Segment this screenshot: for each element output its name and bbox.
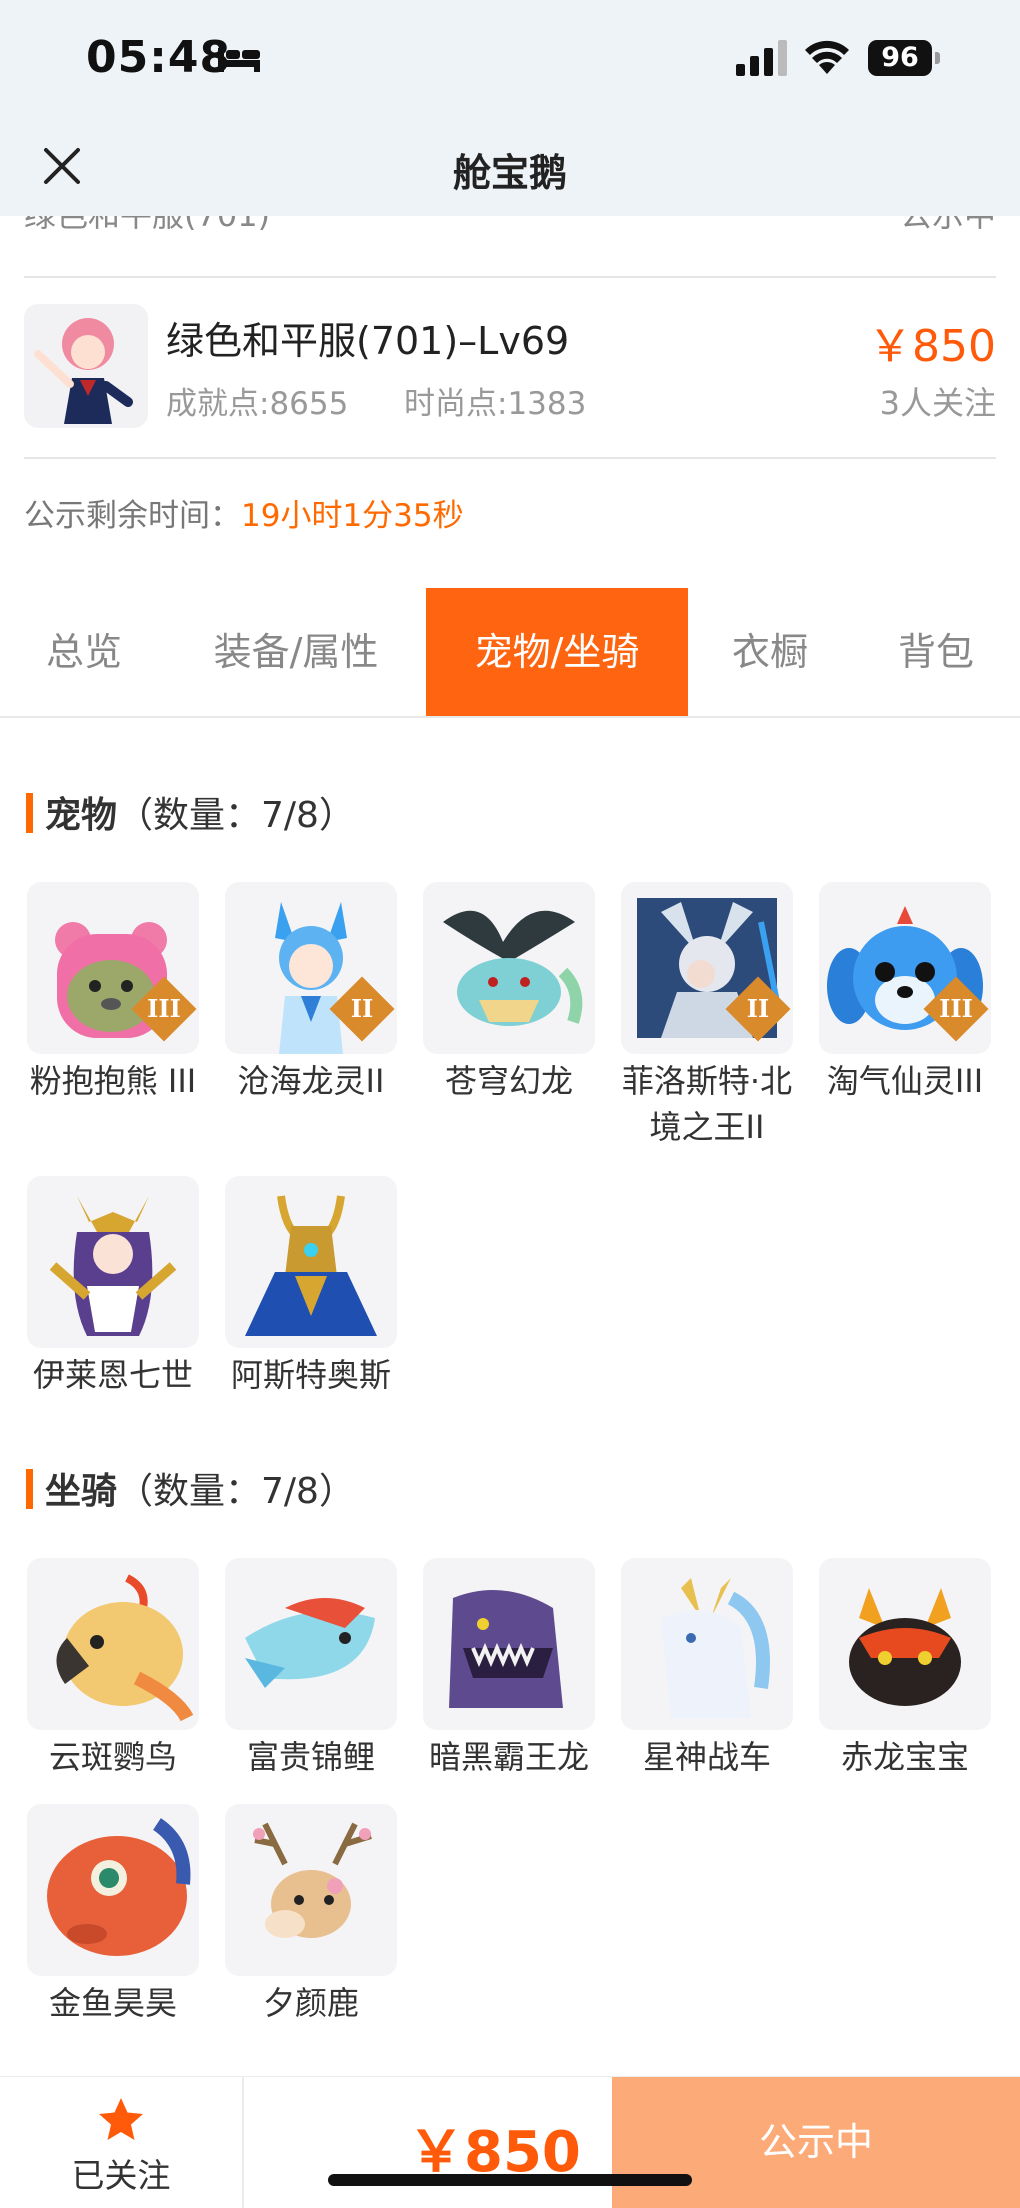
mount-name: 暗黑霸王龙 [428,1738,589,1776]
pet-name: 苍穹幻龙 [444,1062,573,1100]
pet-item[interactable]: III 粉抱抱熊 III [18,882,208,1104]
previous-row-name: 绿色和平服(701) [24,216,270,236]
mount-name: 星神战车 [642,1738,771,1776]
pet-name: 菲洛斯特·北境之王II [621,1062,793,1146]
blue-dragon-spirit-icon: II [225,882,397,1054]
status-bar: 05:48 96 [0,0,1020,120]
mounts-title: 坐骑 [45,1471,118,1512]
divider [24,276,996,278]
fashion-points: 时尚点:1383 [404,386,587,422]
mount-name: 夕颜鹿 [262,1984,359,2022]
mount-name: 富贵锦鲤 [246,1738,375,1776]
pet-item[interactable]: III 淘气仙灵III [810,882,1000,1104]
dark-trex-icon [423,1558,595,1730]
wifi-icon [805,40,849,74]
listing-price: ￥850 [868,321,996,372]
pet-name: 伊莱恩七世 [32,1356,193,1394]
previous-row: 绿色和平服(701) 公示中 [0,216,1020,278]
elaine-icon [27,1176,199,1348]
mount-item[interactable]: 暗黑霸王龙 [414,1558,604,1780]
pets-count: （数量：7/8） [117,795,355,836]
tier-badge: III [131,976,197,1042]
mounts-section-header: 坐骑（数量：7/8） [26,1462,355,1514]
tier-badge: III [923,976,989,1042]
status-time: 05:48 [86,32,232,83]
pet-name: 沧海龙灵II [237,1062,385,1100]
cellular-signal-icon [736,40,787,76]
page-title: 舱宝鹅 [452,151,567,195]
mount-item[interactable]: 富贵锦鲤 [216,1558,406,1780]
home-indicator[interactable] [328,2174,692,2186]
battery-icon: 96 [868,40,942,76]
divider [24,457,996,459]
bottom-action-bar: 已关注 ￥850 公示中 [0,2076,1020,2208]
mount-item[interactable]: 云斑鹦鸟 [18,1558,208,1780]
follow-button[interactable]: 已关注 [0,2077,244,2208]
deer-icon [225,1804,397,1976]
pink-bear-icon: III [27,882,199,1054]
countdown-time: 19小时1分35秒 [241,498,464,534]
tier-badge: II [329,976,395,1042]
pet-item[interactable]: 苍穹幻龙 [414,882,604,1104]
pets-title: 宠物 [45,795,118,836]
parrot-icon [27,1558,199,1730]
tab-bar: 总览 装备/属性 宠物/坐骑 衣橱 背包 [0,588,1020,718]
blue-puppy-icon: III [819,882,991,1054]
asterios-icon [225,1176,397,1348]
sky-dragon-icon [423,882,595,1054]
character-name[interactable]: 绿色和平服(701)–Lv69 [166,310,569,365]
follow-label: 已关注 [71,2156,171,2195]
pet-name: 粉抱抱熊 III [29,1062,197,1100]
tab-bag[interactable]: 背包 [878,588,994,716]
mount-item[interactable]: 金鱼昊昊 [18,1804,208,2026]
koi-icon [225,1558,397,1730]
pet-item[interactable]: II 菲洛斯特·北境之王II [612,882,802,1150]
mount-item[interactable]: 星神战车 [612,1558,802,1780]
mount-item[interactable]: 赤龙宝宝 [810,1558,1000,1780]
tab-pets-mounts[interactable]: 宠物/坐骑 [426,588,688,716]
tab-wardrobe[interactable]: 衣橱 [712,588,828,716]
publicity-countdown: 公示剩余时间：19小时1分35秒 [24,490,464,535]
pet-name: 淘气仙灵III [826,1062,984,1100]
pet-item[interactable]: 伊莱恩七世 [18,1176,208,1398]
pet-item[interactable]: 阿斯特奥斯 [216,1176,406,1398]
tab-equipment[interactable]: 装备/属性 [196,588,396,716]
north-king-icon: II [621,882,793,1054]
tab-overview[interactable]: 总览 [24,588,144,716]
mount-name: 赤龙宝宝 [840,1738,969,1776]
goldfish-icon [27,1804,199,1976]
nav-bar: 舱宝鹅 [0,120,1020,216]
pet-item[interactable]: II 沧海龙灵II [216,882,406,1104]
countdown-label: 公示剩余时间： [24,498,241,534]
publicity-status-button[interactable]: 公示中 [612,2077,1020,2208]
character-avatar [24,304,148,428]
pets-section-header: 宠物（数量：7/8） [26,786,355,838]
battery-level: 96 [868,40,932,76]
red-dragon-baby-icon [819,1558,991,1730]
follower-count: 3人关注 [879,384,996,422]
star-horse-icon [621,1558,793,1730]
pet-name: 阿斯特奥斯 [230,1356,391,1394]
achievement-points: 成就点:8655 [166,386,349,422]
mount-name: 云斑鹦鸟 [48,1738,177,1776]
mount-item[interactable]: 夕颜鹿 [216,1804,406,2026]
mount-name: 金鱼昊昊 [48,1984,177,2022]
sleep-mode-icon [218,48,260,72]
tier-badge: II [725,976,791,1042]
mounts-count: （数量：7/8） [117,1471,355,1512]
star-icon [99,2098,143,2140]
previous-row-status: 公示中 [900,216,996,236]
